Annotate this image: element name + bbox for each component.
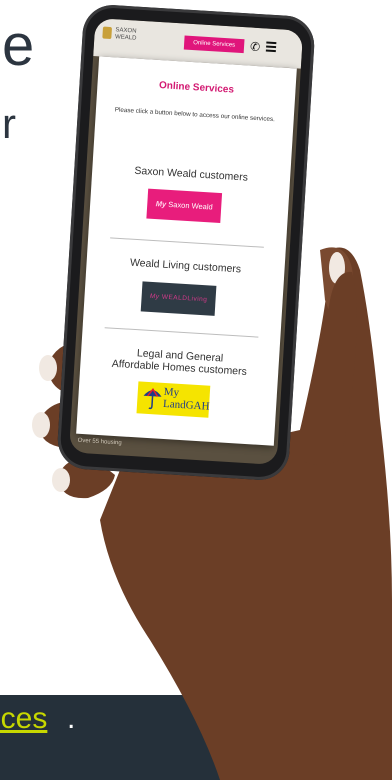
thumb-overlay xyxy=(300,271,357,465)
